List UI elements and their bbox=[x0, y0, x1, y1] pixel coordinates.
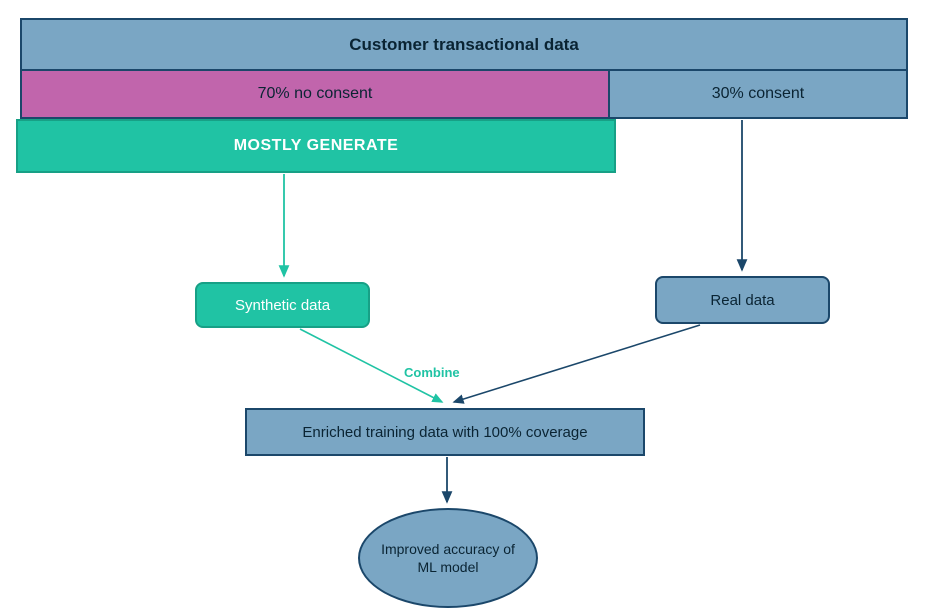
header-box: Customer transactional data bbox=[20, 18, 908, 71]
improved-label: Improved accuracy of ML model bbox=[380, 540, 516, 576]
arrow-real-to-enriched bbox=[454, 325, 700, 402]
real-data-box: Real data bbox=[655, 276, 830, 324]
consent-box: 30% consent bbox=[610, 71, 908, 119]
generate-label: MOSTLY GENERATE bbox=[234, 137, 399, 155]
synthetic-label: Synthetic data bbox=[235, 297, 330, 314]
diagram-container: Customer transactional data 70% no conse… bbox=[0, 0, 934, 616]
combine-label: Combine bbox=[404, 365, 460, 380]
no-consent-box: 70% no consent bbox=[20, 71, 610, 119]
synthetic-data-box: Synthetic data bbox=[195, 282, 370, 328]
no-consent-label: 70% no consent bbox=[258, 85, 373, 103]
real-label: Real data bbox=[710, 292, 774, 309]
generate-box: MOSTLY GENERATE bbox=[16, 119, 616, 173]
enriched-box: Enriched training data with 100% coverag… bbox=[245, 408, 645, 456]
header-title: Customer transactional data bbox=[349, 35, 579, 55]
enriched-label: Enriched training data with 100% coverag… bbox=[302, 424, 587, 441]
consent-label: 30% consent bbox=[712, 85, 805, 103]
improved-ellipse: Improved accuracy of ML model bbox=[358, 508, 538, 608]
